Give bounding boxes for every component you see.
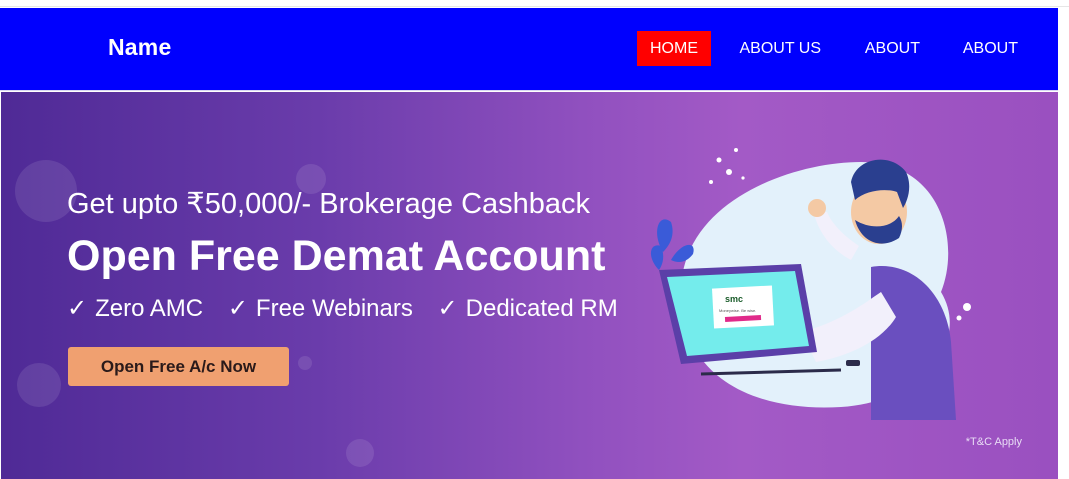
nav-about-2[interactable]: ABOUT [950,31,1031,66]
feature-item: ✓ Zero AMC [67,294,203,323]
mouse [846,360,860,366]
check-icon: ✓ [227,295,248,322]
feature-item: ✓ Dedicated RM [438,294,618,323]
check-icon: ✓ [67,295,88,322]
feature-label: Free Webinars [255,295,413,322]
nav-about-us[interactable]: ABOUT US [727,31,835,66]
computer-monitor: smc Moneywise. Be wise. [659,264,817,364]
hero-banner: Get upto ₹50,000/- Brokerage Cashback Op… [1,92,1058,479]
terms-note: *T&C Apply [965,436,1022,448]
hero-headline: Get upto ₹50,000/- Brokerage Cashback [67,188,591,220]
person-vest [871,266,956,420]
person-at-computer-illustration: smc Moneywise. Be wise. [650,148,971,420]
navbar: Name HOME ABOUT US ABOUT ABOUT [0,8,1058,91]
decor-bubble [346,439,374,467]
top-border [0,0,1069,7]
decor-bubble [17,363,61,407]
screen-logo: smc [725,294,743,304]
nav-home[interactable]: HOME [637,31,711,66]
feature-list: ✓ Zero AMC ✓ Free Webinars ✓ Dedicated RM [67,294,636,323]
decor-bubble [298,356,312,370]
screen-tagline: Moneywise. Be wise. [719,308,756,313]
feature-label: Dedicated RM [465,295,618,322]
check-icon: ✓ [437,295,458,322]
open-account-button[interactable]: Open Free A/c Now [68,347,289,386]
feature-item: ✓ Free Webinars [228,294,413,323]
feature-label: Zero AMC [95,295,204,322]
person-hand [808,199,826,217]
nav-about[interactable]: ABOUT [852,31,933,66]
hero-title: Open Free Demat Account [67,232,606,280]
brand-name[interactable]: Name [108,34,171,61]
